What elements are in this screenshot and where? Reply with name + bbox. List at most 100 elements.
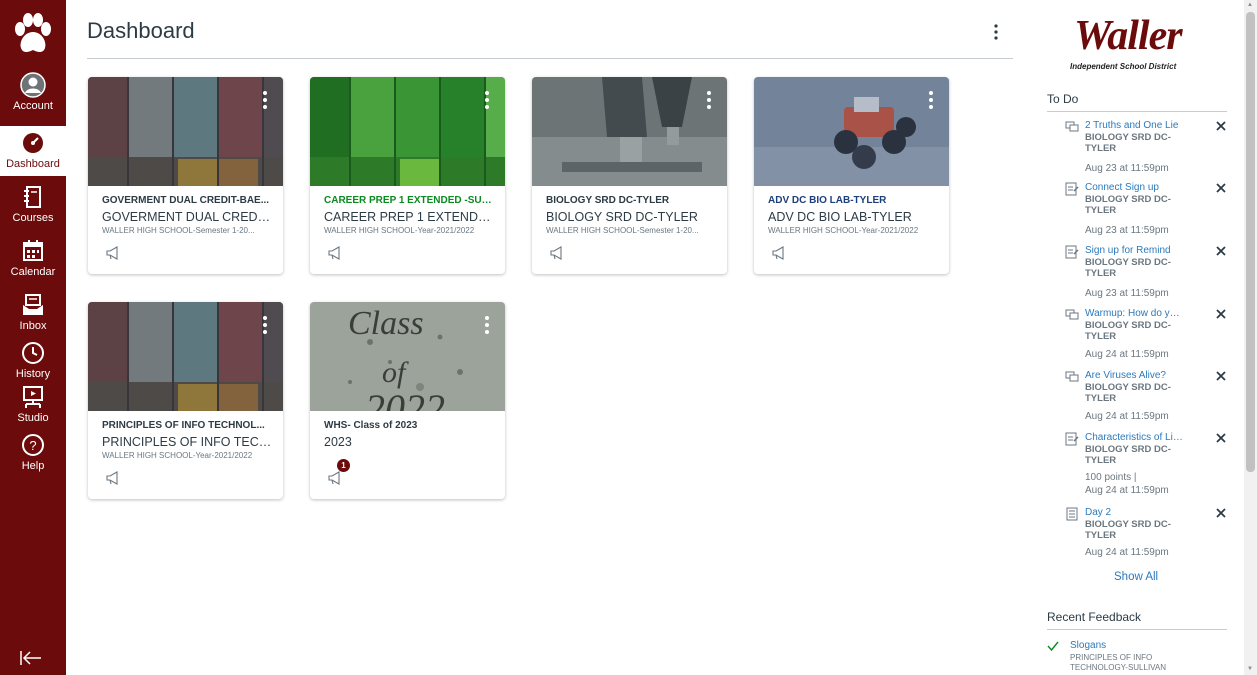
todo-item-link[interactable]: Warmup: How do you ... [1085,308,1185,319]
todo-item-link[interactable]: Connect Sign up [1085,182,1185,193]
course-card-title[interactable]: GOVERMENT DUAL CREDIT-BAE... [102,195,272,206]
nav-item-dashboard[interactable]: Dashboard [0,126,66,176]
nav-item-inbox[interactable]: Inbox [0,292,66,344]
announcement-megaphone-icon[interactable] [771,245,787,261]
todo-item-date: Aug 23 at 11:59pm [1085,225,1169,236]
nav-item-courses[interactable]: Courses [0,184,66,236]
announcement-megaphone-icon[interactable] [549,245,565,261]
scroll-down-arrow-icon[interactable]: ▼ [1247,666,1253,672]
announcement-megaphone-icon[interactable] [327,470,343,486]
course-card-image[interactable]: Class of 2022 [310,302,505,411]
district-logo: Waller Independent School District [1070,13,1200,76]
course-card-title[interactable]: WHS- Class of 2023 [324,420,494,431]
checkmark-icon [1047,641,1059,652]
title-divider [87,58,1013,59]
todo-item-link[interactable]: Sign up for Remind [1085,245,1185,256]
todo-item-date: Aug 23 at 11:59pm [1085,163,1169,174]
todo-item-date: Aug 23 at 11:59pm [1085,288,1169,299]
todo-item-course: BIOLOGY SRD DC-TYLER [1085,382,1171,404]
show-all-link[interactable]: Show All [1114,571,1158,583]
course-card-term: WALLER HIGH SCHOOL-Semester 1-20... [546,226,699,235]
todo-item-link[interactable]: Are Viruses Alive? [1085,370,1185,381]
course-card-term: WALLER HIGH SCHOOL-Year-2021/2022 [324,226,475,235]
card-options-button[interactable] [261,91,269,111]
todo-item-date: Aug 24 at 11:59pm [1085,411,1169,422]
paw-logo-icon[interactable] [9,10,57,58]
feedback-item-link[interactable]: Slogans [1070,640,1106,651]
course-card-image[interactable] [754,77,949,186]
lockers-image [88,77,283,186]
close-icon[interactable] [1216,371,1226,381]
discussion-icon [1065,309,1079,320]
scroll-up-arrow-icon[interactable]: ▲ [1247,2,1253,8]
course-card: PRINCIPLES OF INFO TECHNOL... PRINCIPLES… [88,302,283,499]
todo-heading: To Do [1047,92,1079,106]
course-card-image[interactable] [88,302,283,411]
calendar-icon [23,240,43,261]
close-icon[interactable] [1216,121,1226,131]
announcement-megaphone-icon[interactable] [105,245,121,261]
card-options-button[interactable] [483,91,491,111]
course-card: Class of 2022 WHS- Class of 2023 2023 1 [310,302,505,499]
course-card: BIOLOGY SRD DC-TYLER BIOLOGY SRD DC-TYLE… [532,77,727,274]
studio-icon [23,386,43,408]
course-card-title[interactable]: ADV DC BIO LAB-TYLER [768,195,938,206]
feedback-item-course: PRINCIPLES OF INFO TECHNOLOGY-SULLIVAN [1070,653,1167,672]
feedback-divider [1047,629,1227,630]
nav-item-calendar[interactable]: Calendar [0,238,66,290]
assignment-icon [1065,182,1079,196]
todo-item-course: BIOLOGY SRD DC-TYLER [1085,444,1171,466]
collapse-nav-button[interactable] [20,648,42,671]
nav-item-label: Dashboard [6,158,60,170]
help-question-icon: ? [22,434,44,456]
page-title: Dashboard [87,18,195,43]
scrollbar-thumb[interactable] [1246,12,1255,472]
history-clock-icon [22,342,44,364]
todo-item-link[interactable]: Day 2 [1085,507,1185,518]
close-icon[interactable] [1216,433,1226,443]
course-card: CAREER PREP 1 EXTENDED -SUL... CAREER PR… [310,77,505,274]
todo-item-link[interactable]: 2 Truths and One Lie [1085,120,1185,131]
card-options-button[interactable] [705,91,713,111]
course-card-title[interactable]: BIOLOGY SRD DC-TYLER [546,195,716,206]
course-card-image[interactable] [310,77,505,186]
course-card-code: PRINCIPLES OF INFO TECHN... [102,435,272,449]
card-options-button[interactable] [927,91,935,111]
course-card-image[interactable] [532,77,727,186]
unread-badge: 1 [337,459,350,472]
kebab-menu-icon [994,24,998,40]
todo-item-link[interactable]: Characteristics of Life ... [1085,432,1185,443]
account-avatar-icon [20,72,46,98]
course-card-term: WALLER HIGH SCHOOL-Year-2021/2022 [768,226,919,235]
close-icon[interactable] [1216,246,1226,256]
course-card-title[interactable]: CAREER PREP 1 EXTENDED -SUL... [324,195,494,206]
nav-item-studio[interactable]: Studio [0,384,66,436]
nav-item-label: Account [13,100,53,112]
course-card-title[interactable]: PRINCIPLES OF INFO TECHNOL... [102,420,272,431]
right-sidebar: Waller Independent School District To Do… [1037,0,1237,675]
close-icon[interactable] [1216,508,1226,518]
card-options-button[interactable] [261,316,269,336]
discussion-icon [1065,371,1079,382]
close-icon[interactable] [1216,309,1226,319]
card-options-button[interactable] [483,316,491,336]
nav-item-label: Inbox [19,320,47,332]
close-icon[interactable] [1216,183,1226,193]
recent-feedback-heading: Recent Feedback [1047,610,1142,624]
dashboard-options-button[interactable] [988,20,1004,44]
announcement-megaphone-icon[interactable] [105,470,121,486]
toy-truck-image [754,77,949,186]
dashboard-gauge-icon [23,133,43,153]
nav-item-label: Help [21,460,45,472]
course-card-image[interactable] [88,77,283,186]
page-icon [1066,507,1078,521]
announcement-megaphone-icon[interactable] [327,245,343,261]
todo-item-date: Aug 24 at 11:59pm [1085,485,1169,496]
todo-item-course: BIOLOGY SRD DC-TYLER [1085,194,1171,216]
discussion-icon [1065,121,1079,132]
nav-item-label: Studio [17,412,49,424]
nav-item-account[interactable]: Account [0,72,66,124]
nav-item-help[interactable]: ? Help [0,432,66,484]
todo-item-course: BIOLOGY SRD DC-TYLER [1085,132,1171,154]
hero-text: Class [348,305,424,342]
